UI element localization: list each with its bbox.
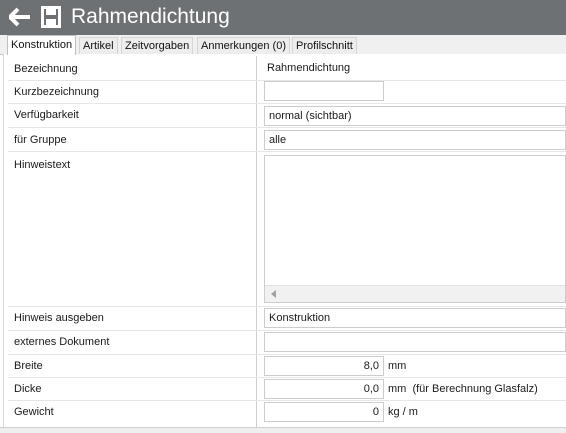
label-kurzbezeichnung: Kurzbezeichnung xyxy=(14,86,100,98)
externes-dokument-field[interactable] xyxy=(264,332,566,352)
breite-input[interactable]: 8,0 xyxy=(264,356,384,376)
column-divider xyxy=(256,56,257,428)
row-separator xyxy=(8,377,566,378)
gewicht-unit: kg / m xyxy=(388,406,418,418)
hinweistext-textarea[interactable] xyxy=(264,155,566,303)
label-gewicht: Gewicht xyxy=(14,406,54,418)
row-separator xyxy=(8,306,566,307)
tab-konstruktion[interactable]: Konstruktion xyxy=(7,35,77,55)
arrow-left-icon[interactable] xyxy=(9,7,31,27)
bezeichnung-field[interactable]: Rahmendichtung xyxy=(264,59,566,79)
row-separator xyxy=(8,151,566,152)
label-verfuegbarkeit: Verfügbarkeit xyxy=(14,109,79,121)
floppy-disk-icon[interactable] xyxy=(41,6,61,28)
tab-strip: Konstruktion Artikel Zeitvorgaben Anmerk… xyxy=(0,35,566,55)
tab-anmerkungen[interactable]: Anmerkungen (0) xyxy=(197,37,290,54)
label-dicke: Dicke xyxy=(14,383,42,395)
verfuegbarkeit-select[interactable]: normal (sichtbar) xyxy=(264,106,566,126)
tab-zeitvorgaben[interactable]: Zeitvorgaben xyxy=(121,37,194,54)
row-separator xyxy=(8,103,566,104)
window-title: Rahmendichtung xyxy=(71,5,230,28)
hinweis-ausgeben-select[interactable]: Konstruktion xyxy=(264,308,566,328)
label-fuer-gruppe: für Gruppe xyxy=(14,134,67,146)
breite-unit: mm xyxy=(388,360,407,372)
row-separator xyxy=(8,127,566,128)
scroll-left-icon[interactable] xyxy=(271,290,276,298)
row-separator xyxy=(8,330,566,331)
title-bar: Rahmendichtung xyxy=(0,0,566,35)
gruppe-select[interactable]: alle xyxy=(264,130,566,150)
horizontal-scrollbar[interactable] xyxy=(265,285,565,302)
row-separator xyxy=(8,400,566,401)
label-breite: Breite xyxy=(14,360,43,372)
tab-artikel[interactable]: Artikel xyxy=(79,37,118,54)
bottom-border xyxy=(0,427,566,433)
dicke-unit: mm (für Berechnung Glasfalz) xyxy=(388,383,538,395)
label-externes-dokument: externes Dokument xyxy=(14,336,110,348)
kurzbezeichnung-field[interactable] xyxy=(264,81,384,101)
label-hinweis-ausgeben: Hinweis ausgeben xyxy=(14,312,104,324)
label-hinweistext: Hinweistext xyxy=(14,159,71,171)
tab-profilschnitt[interactable]: Profilschnitt xyxy=(292,37,357,54)
dicke-input[interactable]: 0,0 xyxy=(264,379,384,399)
gewicht-input[interactable]: 0 xyxy=(264,402,384,422)
label-bezeichnung: Bezeichnung xyxy=(14,63,78,75)
row-separator xyxy=(8,354,566,355)
